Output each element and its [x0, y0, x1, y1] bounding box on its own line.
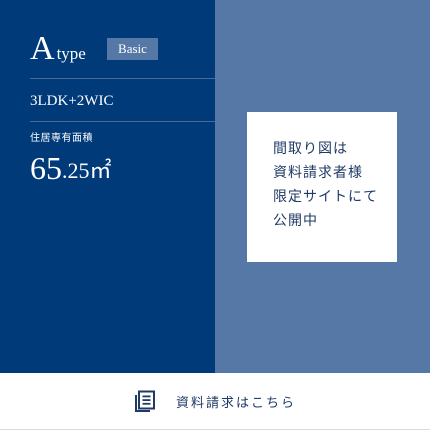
- plan-type-letter: A: [30, 30, 55, 67]
- request-brochure-label: 資料請求はこちら: [175, 395, 296, 411]
- divider: [30, 78, 215, 79]
- floor-plan-card: A type Basic 3LDK+2WIC 住居専有面積 65 .25 ㎡ 間…: [0, 0, 430, 430]
- plan-type-word: type: [56, 44, 86, 63]
- plan-badge: Basic: [107, 38, 158, 60]
- plan-layout: 3LDK+2WIC: [30, 93, 114, 109]
- request-brochure-button[interactable]: 資料請求はこちら: [0, 373, 430, 430]
- area-unit: ㎡: [89, 158, 112, 183]
- area-decimal: .25: [62, 158, 90, 183]
- restricted-notice: 間取り図は 資料請求者様 限定サイトにて 公開中: [247, 112, 397, 262]
- plan-info-panel: A type Basic 3LDK+2WIC 住居専有面積 65 .25 ㎡: [0, 0, 215, 373]
- plan-type-title: A type: [30, 26, 86, 66]
- area-label: 住居専有面積: [30, 133, 93, 144]
- notice-line: 間取り図は: [273, 141, 348, 157]
- area-value: 65 .25 ㎡: [30, 152, 112, 184]
- notice-line: 限定サイトにて: [273, 189, 378, 205]
- document-list-icon: [134, 390, 155, 412]
- divider: [30, 121, 215, 122]
- area-integer: 65: [30, 150, 62, 186]
- notice-line: 公開中: [273, 213, 318, 229]
- notice-line: 資料請求者様: [273, 165, 363, 181]
